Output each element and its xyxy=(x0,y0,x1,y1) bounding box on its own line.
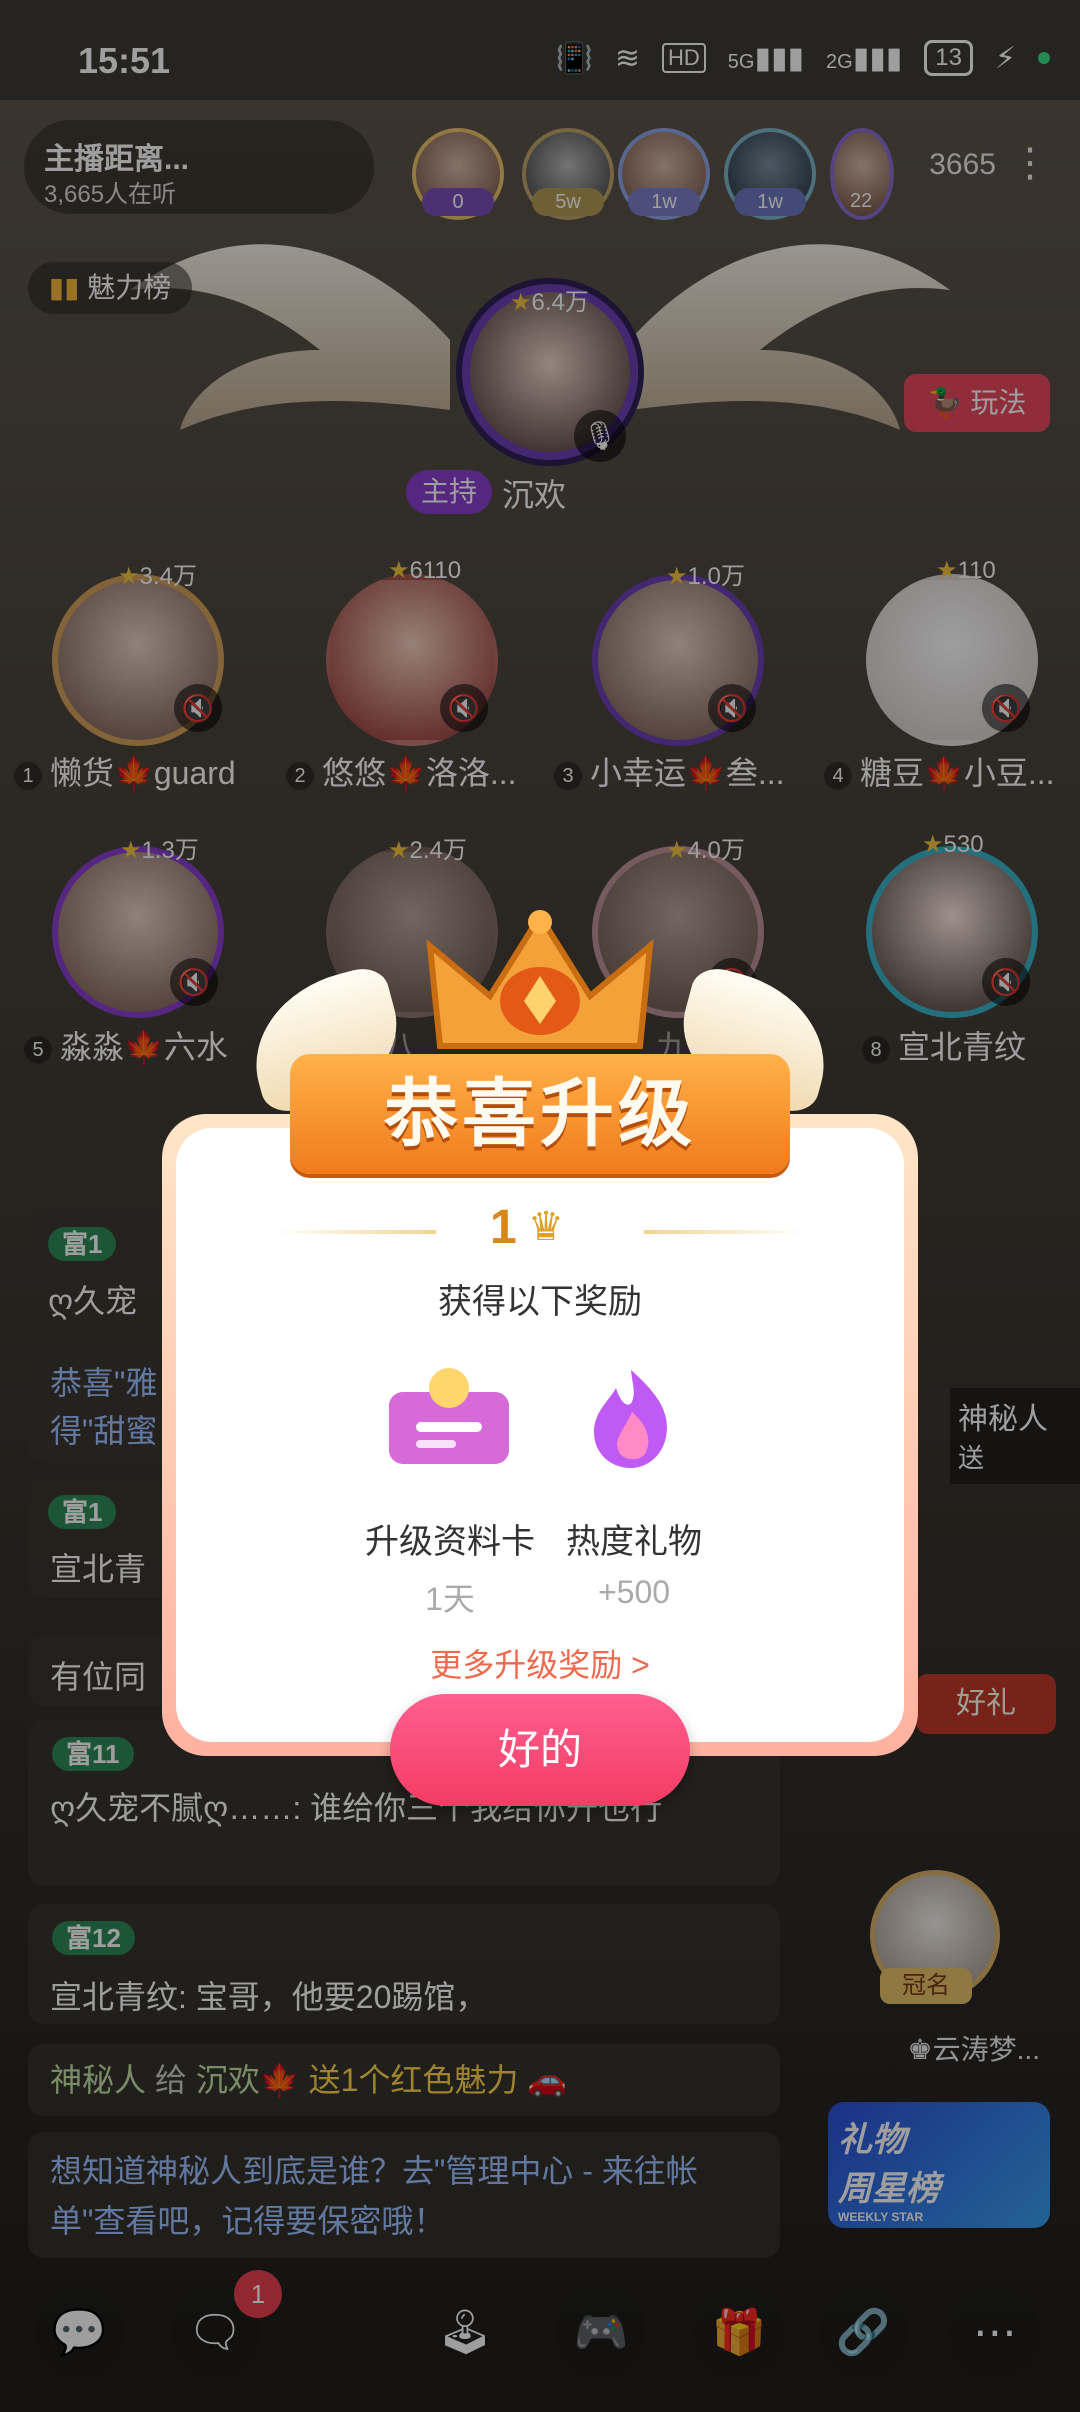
modal-subtitle: 获得以下奖励 xyxy=(438,1283,642,1321)
more-rewards-link[interactable]: 更多升级奖励 > xyxy=(176,1640,904,1686)
modal-title: 恭喜升级 xyxy=(384,1072,696,1155)
profile-card-icon xyxy=(389,1368,509,1464)
divider xyxy=(644,1230,804,1234)
divider xyxy=(276,1230,436,1234)
level-number: 1 xyxy=(490,1201,517,1254)
reward-name: 升级资料卡 xyxy=(365,1523,535,1561)
reward-name: 热度礼物 xyxy=(566,1523,702,1561)
ok-button[interactable]: 好的 xyxy=(390,1694,690,1806)
crown-icon xyxy=(426,910,654,1049)
flame-icon xyxy=(594,1370,667,1468)
level-crown-icon: ♛ xyxy=(528,1205,564,1249)
reward-value: +500 xyxy=(597,1574,671,1610)
reward-value: 1天 xyxy=(425,1581,475,1617)
